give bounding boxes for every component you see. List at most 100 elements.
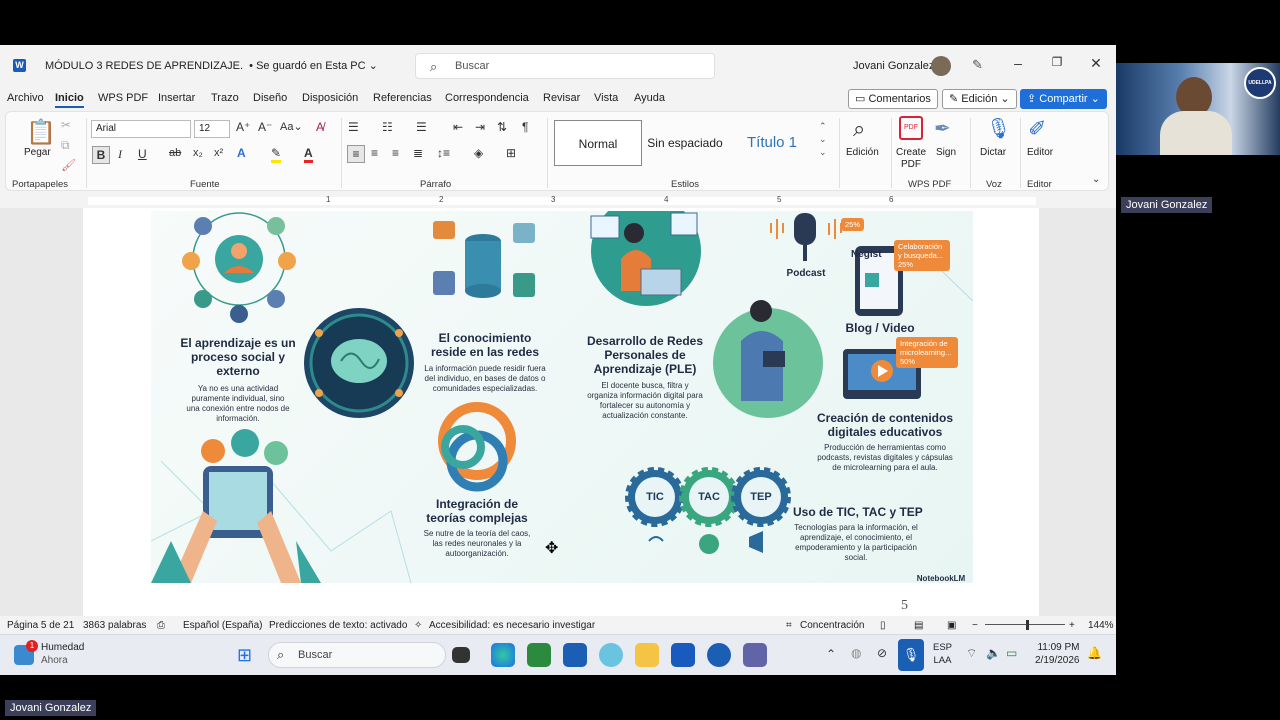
- file-explorer-icon[interactable]: [635, 643, 659, 667]
- increase-indent-icon[interactable]: ⇥: [475, 120, 485, 134]
- taskbar-search[interactable]: ⌕ Buscar: [268, 642, 446, 668]
- shading-icon[interactable]: ◈: [474, 146, 483, 160]
- menu-revisar[interactable]: Revisar: [543, 92, 580, 104]
- underline-icon[interactable]: U: [138, 147, 147, 161]
- input-language[interactable]: ESP LAA: [933, 641, 952, 667]
- teams-icon[interactable]: [743, 643, 767, 667]
- editor-button[interactable]: Editor: [1027, 147, 1053, 158]
- create-pdf-icon[interactable]: PDF: [899, 116, 923, 140]
- volume-icon[interactable]: 🔈: [986, 646, 1001, 660]
- clear-format-icon[interactable]: A̸: [316, 120, 324, 134]
- windows-start-icon[interactable]: ⊞: [237, 645, 252, 666]
- tray-icon[interactable]: ◍: [851, 646, 861, 660]
- bullets-icon[interactable]: ☰: [348, 120, 359, 134]
- zoom-out-icon[interactable]: −: [972, 620, 978, 631]
- highlight-icon[interactable]: ✎: [271, 146, 282, 163]
- sort-icon[interactable]: ⇅: [497, 120, 507, 134]
- edge-icon[interactable]: [491, 643, 515, 667]
- participant-video[interactable]: UDELLPA: [1116, 63, 1280, 155]
- zoom-slider[interactable]: [985, 624, 1065, 625]
- language-status[interactable]: Español (España): [183, 620, 263, 631]
- align-center-icon[interactable]: ≡: [371, 146, 378, 160]
- align-left-icon[interactable]: ≡: [347, 145, 365, 163]
- pen-icon[interactable]: ✎: [972, 57, 983, 73]
- menu-wps-pdf[interactable]: WPS PDF: [98, 92, 148, 104]
- clock[interactable]: 11:09 PM 2/19/2026: [1035, 641, 1080, 667]
- menu-disposicion[interactable]: Disposición: [302, 92, 358, 104]
- cut-icon[interactable]: ✂: [61, 118, 71, 132]
- find-icon[interactable]: ⌕: [853, 116, 865, 142]
- change-case-icon[interactable]: Aa⌄: [280, 120, 303, 133]
- print-layout-icon[interactable]: ▤: [914, 620, 923, 631]
- hp-icon[interactable]: [707, 643, 731, 667]
- page-count[interactable]: Página 5 de 21: [7, 620, 74, 631]
- ruler[interactable]: 1 2 3 4 5 6: [0, 193, 1116, 207]
- store-icon[interactable]: [527, 643, 551, 667]
- avatar[interactable]: [931, 56, 951, 76]
- sign-button[interactable]: Sign: [936, 147, 956, 158]
- bold-icon[interactable]: B: [92, 146, 110, 164]
- superscript-icon[interactable]: x²: [214, 147, 223, 159]
- web-layout-icon[interactable]: ▣: [947, 620, 956, 631]
- grow-font-icon[interactable]: A⁺: [236, 120, 250, 134]
- justify-icon[interactable]: ≣: [413, 146, 423, 160]
- editor-icon[interactable]: ✐: [1028, 116, 1046, 142]
- font-size-select[interactable]: 12: [194, 120, 230, 138]
- numbering-icon[interactable]: ☷: [382, 120, 393, 134]
- task-view-icon[interactable]: [452, 647, 470, 663]
- subscript-icon[interactable]: x₂: [193, 147, 203, 159]
- focus-mode-button[interactable]: Concentración: [800, 620, 864, 631]
- menu-diseno[interactable]: Diseño: [253, 92, 287, 104]
- restore-button[interactable]: ❐: [1047, 55, 1067, 69]
- multilevel-list-icon[interactable]: ☰: [416, 120, 427, 134]
- menu-archivo[interactable]: Archivo: [7, 92, 44, 104]
- italic-icon[interactable]: I: [118, 147, 122, 162]
- zoom-slider-thumb[interactable]: [1026, 620, 1029, 630]
- document-area[interactable]: El aprendizaje es un proceso social y ex…: [0, 208, 1116, 616]
- shrink-font-icon[interactable]: A⁻: [258, 120, 272, 134]
- zoom-in-icon[interactable]: +: [1069, 620, 1075, 631]
- weather-title[interactable]: Humedad: [41, 642, 84, 653]
- tray-icon[interactable]: ⊘: [877, 646, 887, 660]
- copy-icon[interactable]: ⧉: [61, 138, 70, 153]
- accessibility-status[interactable]: Accesibilidad: es necesario investigar: [429, 620, 595, 631]
- format-painter-icon[interactable]: 🖌: [61, 158, 76, 172]
- document-page[interactable]: El aprendizaje es un proceso social y ex…: [83, 208, 1039, 616]
- microphone-icon[interactable]: 🎙: [898, 639, 924, 671]
- menu-ayuda[interactable]: Ayuda: [634, 92, 665, 104]
- style-normal[interactable]: Normal: [554, 120, 642, 166]
- comments-button[interactable]: ▭ Comentarios: [848, 89, 938, 109]
- borders-icon[interactable]: ⊞: [506, 146, 516, 160]
- strikethrough-icon[interactable]: ab: [169, 147, 181, 159]
- search-box[interactable]: ⌕ Buscar: [415, 53, 715, 79]
- pilcrow-icon[interactable]: ¶: [522, 120, 528, 134]
- paste-button[interactable]: Pegar: [24, 147, 51, 158]
- wifi-icon[interactable]: ⌔: [966, 646, 977, 661]
- create-pdf-button[interactable]: Create PDF: [896, 147, 926, 171]
- infographic-image[interactable]: El aprendizaje es un proceso social y ex…: [151, 211, 973, 583]
- style-no-spacing[interactable]: Sin espaciado: [641, 120, 729, 166]
- menu-inicio[interactable]: Inicio: [55, 92, 84, 108]
- styles-scroll-icon[interactable]: ⌃ ⌄ ⌄: [819, 120, 827, 159]
- align-right-icon[interactable]: ≡: [392, 146, 399, 160]
- notifications-icon[interactable]: 🔔: [1087, 646, 1102, 660]
- outlook-icon[interactable]: [563, 643, 587, 667]
- read-mode-icon[interactable]: ▯: [880, 620, 886, 631]
- decrease-indent-icon[interactable]: ⇤: [453, 120, 463, 134]
- account-name[interactable]: Jovani Gonzalez: [853, 60, 934, 72]
- text-predictions-status[interactable]: Predicciones de texto: activado: [269, 620, 407, 631]
- zoom-level[interactable]: 144%: [1088, 620, 1114, 631]
- sign-icon[interactable]: ✒: [934, 116, 951, 141]
- menu-correspondencia[interactable]: Correspondencia: [445, 92, 529, 104]
- text-effects-icon[interactable]: A: [237, 146, 246, 160]
- menu-referencias[interactable]: Referencias: [373, 92, 432, 104]
- collapse-ribbon-icon[interactable]: ⌄: [1092, 174, 1100, 185]
- editing-button[interactable]: Edición: [846, 147, 879, 158]
- menu-trazo[interactable]: Trazo: [211, 92, 239, 104]
- style-heading-1[interactable]: Título 1: [728, 120, 816, 166]
- font-name-select[interactable]: Arial: [91, 120, 191, 138]
- font-color-icon[interactable]: A: [304, 146, 313, 163]
- battery-icon[interactable]: ▭: [1006, 646, 1017, 660]
- proofing-icon[interactable]: ⎙: [157, 620, 165, 631]
- menu-insertar[interactable]: Insertar: [158, 92, 195, 104]
